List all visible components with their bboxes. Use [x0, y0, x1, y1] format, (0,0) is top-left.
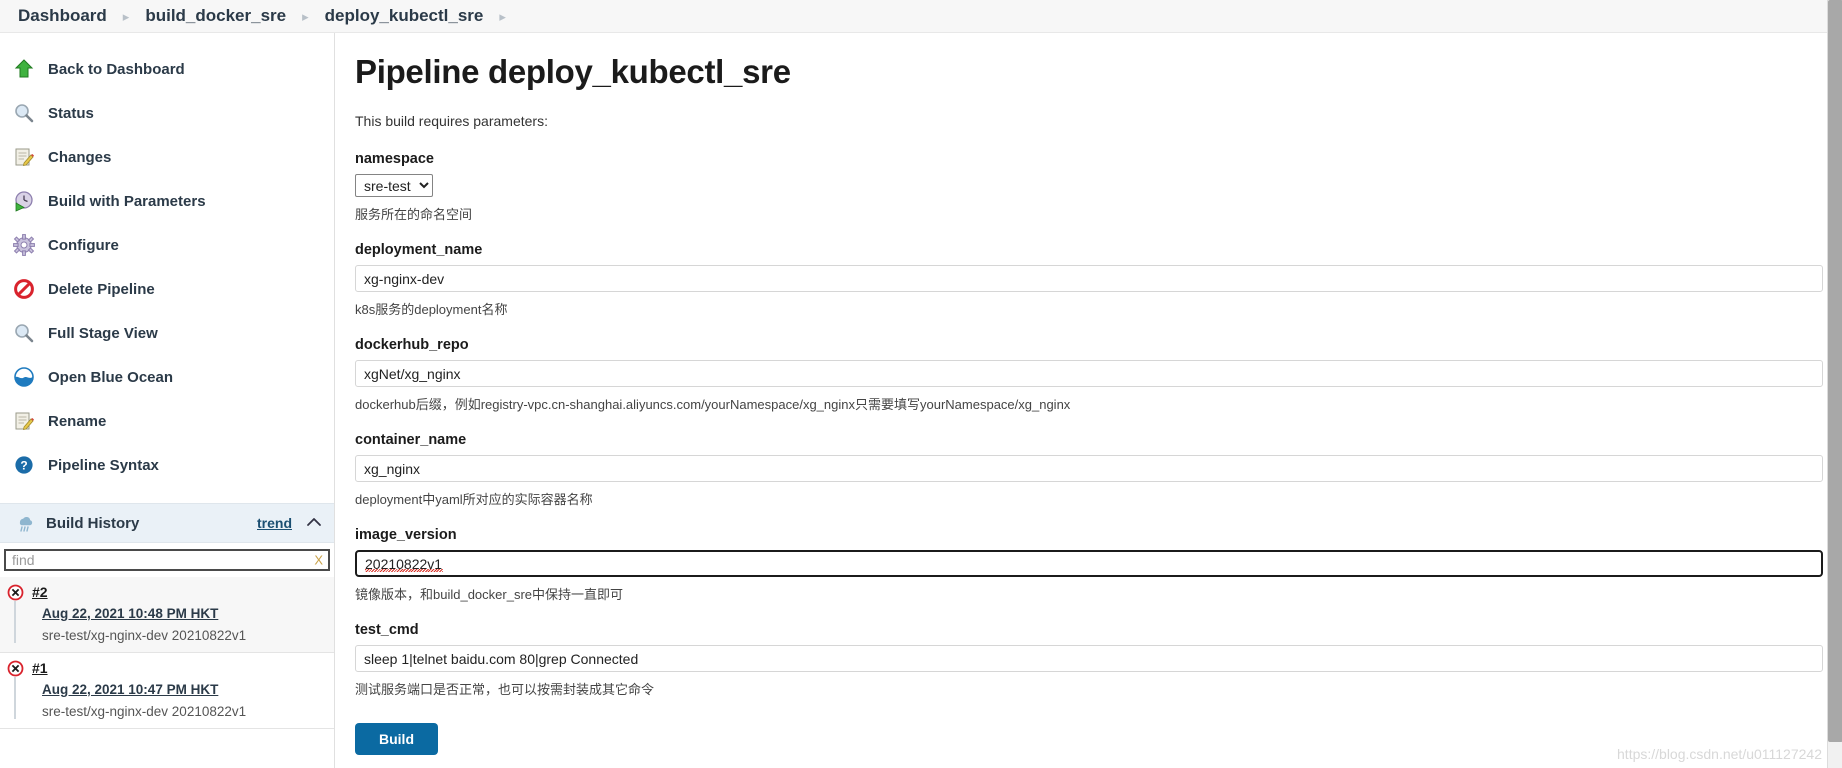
build-history-item[interactable]: #2 Aug 22, 2021 10:48 PM HKT sre-test/xg… — [0, 577, 334, 653]
build-button[interactable]: Build — [355, 723, 438, 755]
build-history-title: Build History — [46, 514, 140, 532]
param-label: namespace — [355, 151, 434, 167]
sidebar-item-configure[interactable]: Configure — [0, 223, 334, 267]
magnifier-icon — [12, 101, 36, 125]
magnifier-icon — [12, 321, 36, 345]
build-history-trend-link[interactable]: trend — [257, 515, 292, 531]
build-number-link[interactable]: #2 — [32, 584, 48, 600]
image-version-input[interactable] — [355, 550, 1823, 577]
help-question-icon: ? — [12, 453, 36, 477]
page-scrollbar[interactable] — [1827, 0, 1842, 768]
page-title: Pipeline deploy_kubectl_sre — [355, 53, 791, 90]
build-history-item[interactable]: #1 Aug 22, 2021 10:47 PM HKT sre-test/xg… — [0, 653, 334, 729]
svg-text:?: ? — [20, 459, 27, 473]
param-namespace: namespace sre-test 服务所在的命名空间 — [355, 151, 1842, 223]
param-description: 服务所在的命名空间 — [355, 207, 473, 222]
weather-trend-icon — [14, 512, 36, 534]
blue-ocean-icon — [12, 365, 36, 389]
search-input[interactable] — [6, 552, 328, 568]
param-description: deployment中yaml所对应的实际容器名称 — [355, 492, 593, 507]
build-description: sre-test/xg-nginx-dev 20210822v1 — [42, 704, 247, 719]
param-description: k8s服务的deployment名称 — [355, 302, 508, 317]
sidebar-item-label: Changes — [48, 148, 112, 166]
image-version-field-wrap — [355, 550, 1823, 577]
sidebar-item-changes[interactable]: Changes — [0, 135, 334, 179]
sidebar: Back to Dashboard Status Changes Build w… — [0, 33, 335, 768]
no-entry-icon — [12, 277, 36, 301]
param-deployment-name: deployment_name k8s服务的deployment名称 — [355, 242, 1842, 318]
chevron-up-icon[interactable] — [306, 516, 322, 531]
sidebar-item-open-blue-ocean[interactable]: Open Blue Ocean — [0, 355, 334, 399]
breadcrumb-separator-icon: ▸ — [499, 8, 506, 24]
main-content: Pipeline deploy_kubectl_sre This build r… — [335, 33, 1842, 768]
notepad-pencil-icon — [12, 145, 36, 169]
container-name-input[interactable] — [355, 455, 1823, 482]
namespace-select[interactable]: sre-test — [355, 174, 433, 197]
build-timestamp-link[interactable]: Aug 22, 2021 10:47 PM HKT — [42, 677, 328, 697]
sidebar-item-status[interactable]: Status — [0, 91, 334, 135]
sidebar-item-build-with-parameters[interactable]: Build with Parameters — [0, 179, 334, 223]
breadcrumb-dashboard[interactable]: Dashboard — [18, 6, 107, 26]
breadcrumb-separator-icon: ▸ — [302, 8, 309, 24]
clear-search-icon[interactable]: X — [314, 554, 323, 567]
sidebar-item-pipeline-syntax[interactable]: ? Pipeline Syntax — [0, 443, 334, 487]
param-label: container_name — [355, 432, 467, 448]
sidebar-item-label: Configure — [48, 236, 119, 254]
build-item-header: #2 — [6, 583, 328, 601]
scrollbar-thumb[interactable] — [1828, 0, 1842, 742]
find-box[interactable]: X — [4, 549, 330, 571]
breadcrumb-deploy-kubectl-sre[interactable]: deploy_kubectl_sre — [325, 6, 484, 26]
build-description: sre-test/xg-nginx-dev 20210822v1 — [42, 628, 247, 643]
build-item-header: #1 — [6, 659, 328, 677]
play-clock-icon — [12, 189, 36, 213]
sidebar-item-label: Open Blue Ocean — [48, 368, 174, 386]
param-description: 测试服务端口是否正常，也可以按需封装成其它命令 — [355, 682, 655, 697]
sidebar-item-label: Full Stage View — [48, 324, 158, 342]
dockerhub-repo-input[interactable] — [355, 360, 1823, 387]
sidebar-item-label: Status — [48, 104, 94, 122]
build-status-failed-icon — [6, 659, 24, 677]
param-label: dockerhub_repo — [355, 337, 469, 353]
up-arrow-icon — [12, 57, 36, 81]
build-history-header: Build History trend — [0, 503, 334, 543]
param-dockerhub-repo: dockerhub_repo dockerhub后缀，例如registry-vp… — [355, 337, 1842, 413]
test-cmd-input[interactable] — [355, 645, 1823, 672]
build-history-list: #2 Aug 22, 2021 10:48 PM HKT sre-test/xg… — [0, 577, 334, 729]
gear-icon — [12, 233, 36, 257]
sidebar-item-label: Rename — [48, 412, 107, 430]
build-item-details: Aug 22, 2021 10:47 PM HKT sre-test/xg-ng… — [14, 677, 328, 719]
param-label: deployment_name — [355, 242, 483, 258]
sidebar-item-back-to-dashboard[interactable]: Back to Dashboard — [0, 47, 334, 91]
param-container-name: container_name deployment中yaml所对应的实际容器名称 — [355, 432, 1842, 508]
sidebar-item-rename[interactable]: Rename — [0, 399, 334, 443]
sidebar-item-label: Build with Parameters — [48, 192, 206, 210]
build-item-details: Aug 22, 2021 10:48 PM HKT sre-test/xg-ng… — [14, 601, 328, 643]
param-label: image_version — [355, 527, 457, 543]
build-timestamp-link[interactable]: Aug 22, 2021 10:48 PM HKT — [42, 601, 328, 621]
param-description: 镜像版本，和build_docker_sre中保持一直即可 — [355, 587, 624, 602]
build-status-failed-icon — [6, 583, 24, 601]
deployment-name-input[interactable] — [355, 265, 1823, 292]
sidebar-item-label: Delete Pipeline — [48, 280, 155, 298]
sidebar-task-list: Back to Dashboard Status Changes Build w… — [0, 33, 334, 487]
param-image-version: image_version 镜像版本，和build_docker_sre中保持一… — [355, 527, 1842, 603]
jenkins-page: Dashboard ▸ build_docker_sre ▸ deploy_ku… — [0, 0, 1842, 768]
breadcrumb: Dashboard ▸ build_docker_sre ▸ deploy_ku… — [0, 0, 1842, 33]
build-history-find-row: X — [0, 543, 334, 577]
param-test-cmd: test_cmd 测试服务端口是否正常，也可以按需封装成其它命令 — [355, 622, 1842, 698]
requires-parameters-text: This build requires parameters: — [355, 113, 548, 129]
breadcrumb-separator-icon: ▸ — [122, 8, 130, 24]
breadcrumb-build-docker-sre[interactable]: build_docker_sre — [145, 6, 286, 26]
sidebar-item-delete-pipeline[interactable]: Delete Pipeline — [0, 267, 334, 311]
sidebar-item-label: Pipeline Syntax — [48, 456, 159, 474]
param-label: test_cmd — [355, 622, 419, 638]
notepad-pencil-icon — [12, 409, 36, 433]
build-number-link[interactable]: #1 — [32, 660, 48, 676]
param-description: dockerhub后缀，例如registry-vpc.cn-shanghai.a… — [355, 397, 1071, 412]
sidebar-item-label: Back to Dashboard — [48, 60, 185, 78]
sidebar-item-full-stage-view[interactable]: Full Stage View — [0, 311, 334, 355]
